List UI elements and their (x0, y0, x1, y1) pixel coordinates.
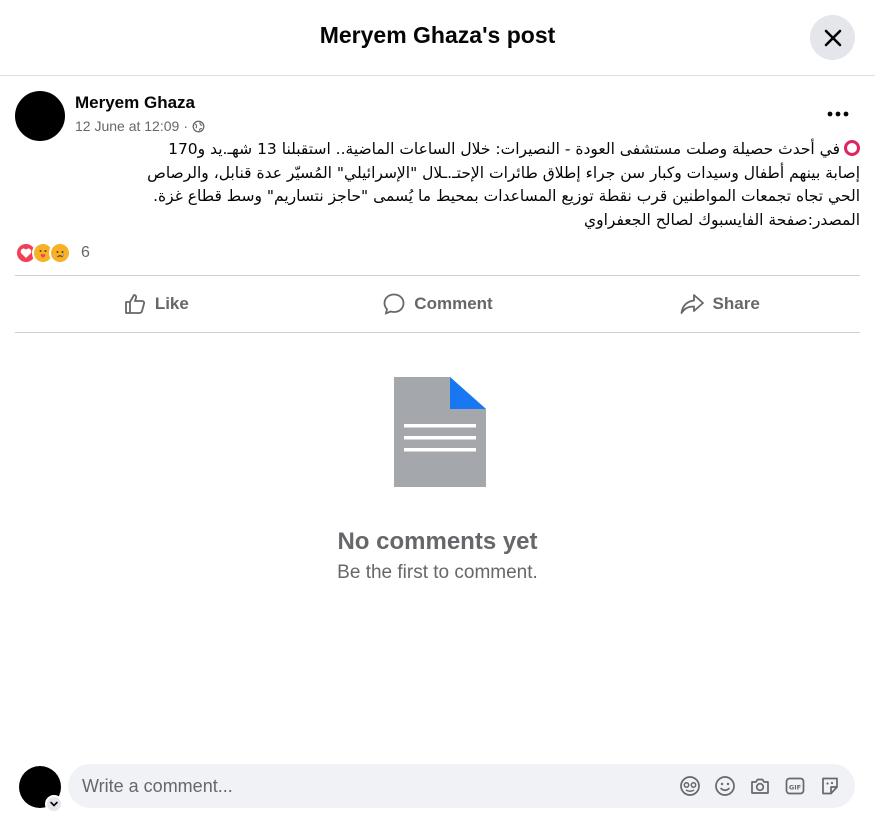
comment-icon (383, 293, 405, 315)
close-icon (824, 29, 841, 46)
camera-icon (751, 778, 769, 794)
gif-icon: GIF (785, 777, 805, 795)
share-button[interactable]: Share (578, 277, 860, 331)
empty-comments-title: No comments yet (337, 528, 538, 555)
sticker-icon (822, 777, 838, 795)
comment-composer: GIF (68, 764, 855, 808)
author-avatar[interactable] (15, 91, 65, 141)
gif-icon-label: GIF (789, 783, 801, 791)
avatar-sticker-icon (680, 776, 700, 796)
dialog-title: Meryem Ghaza's post (319, 22, 556, 48)
comment-input[interactable] (82, 764, 662, 808)
reactions-summary[interactable]: 6 (15, 242, 90, 264)
sticker-button[interactable] (818, 772, 842, 800)
divider (15, 332, 860, 333)
post-actions: Like Comment Share (15, 277, 860, 331)
post-meta: 12 June at 12:09 · (75, 118, 205, 134)
camera-button[interactable] (748, 772, 772, 800)
post-line: المصدر:صفحة الفايسبوك لصالح الجعفراوي (583, 210, 860, 229)
comment-label: Comment (414, 294, 493, 313)
red-circle-icon (844, 140, 860, 156)
post-line: إصابة بينهم أطفال وسيدات وكبار سن جراء إ… (147, 163, 860, 182)
composer-icons: GIF (678, 772, 842, 800)
divider (15, 275, 860, 276)
dialog-header: Meryem Ghaza's post (0, 0, 875, 76)
reaction-count: 6 (81, 244, 90, 261)
like-button[interactable]: Like (15, 277, 297, 331)
chevron-down-icon (50, 801, 58, 807)
gif-button[interactable]: GIF (783, 772, 807, 800)
more-icon (827, 111, 849, 117)
comment-button[interactable]: Comment (297, 277, 579, 331)
document-icon (394, 377, 486, 487)
share-icon (680, 294, 704, 314)
globe-icon (192, 120, 205, 132)
share-label: Share (712, 294, 760, 313)
post-line-text: في أحدث حصيلة وصلت مستشفى العودة - النصي… (168, 140, 840, 158)
more-options-button[interactable] (822, 102, 854, 126)
author-name[interactable]: Meryem Ghaza (75, 93, 195, 113)
empty-comments-subtitle: Be the first to comment. (337, 562, 538, 583)
meta-separator: · (183, 118, 188, 134)
post-timestamp[interactable]: 12 June at 12:09 (75, 118, 179, 134)
post-body: في أحدث حصيلة وصلت مستشفى العودة - النصي… (15, 138, 860, 232)
like-label: Like (154, 294, 189, 313)
close-button[interactable] (810, 15, 855, 60)
avatar-sticker-button[interactable] (678, 772, 702, 800)
sad-reaction-icon (49, 242, 71, 264)
emoji-button[interactable] (713, 772, 737, 800)
profile-switcher-button[interactable] (45, 795, 63, 813)
post-line: الحي تجاه تجمعات المواطنين قرب نقطة توزي… (153, 187, 860, 205)
emoji-icon (715, 776, 735, 796)
like-icon (124, 294, 145, 314)
post-line: في أحدث حصيلة وصلت مستشفى العودة - النصي… (15, 138, 860, 162)
